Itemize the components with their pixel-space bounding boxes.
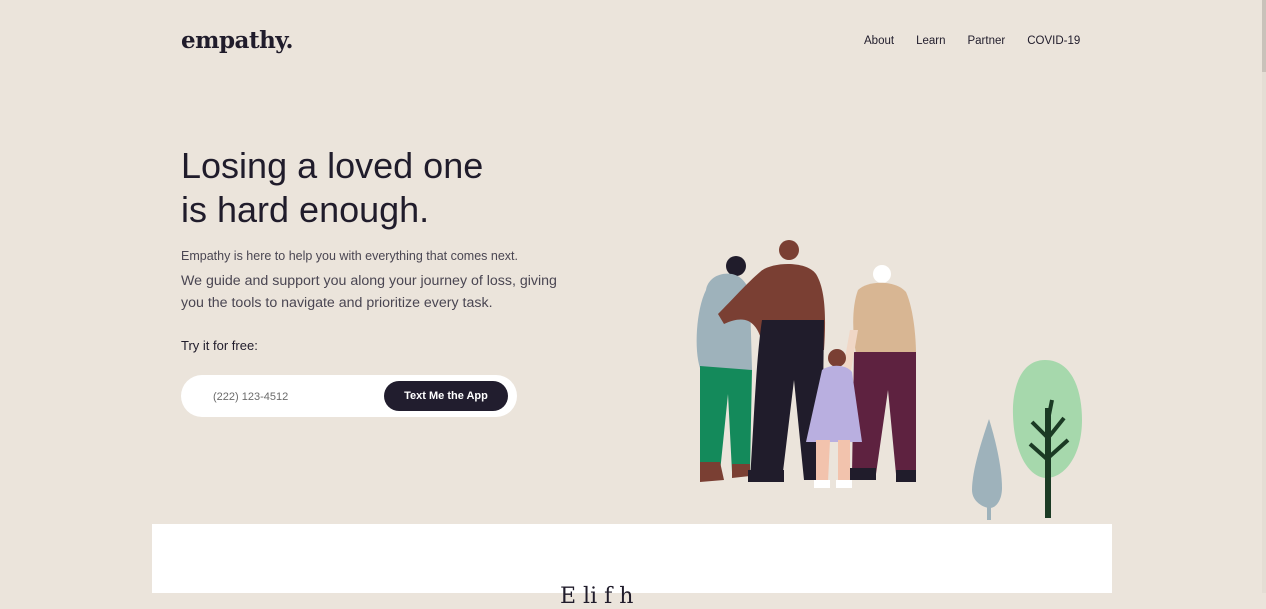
hero-title-line-1: Losing a loved one <box>181 145 484 186</box>
main-nav: About Learn Partner COVID-19 <box>864 35 1080 47</box>
next-section-heading: E li f h <box>560 584 634 609</box>
hero-description: We guide and support you along your jour… <box>181 273 557 311</box>
phone-signup-form: Text Me the App <box>181 375 517 417</box>
nav-about[interactable]: About <box>864 35 894 47</box>
hero-subtitle: Empathy is here to help you with everyth… <box>181 249 518 263</box>
moon-icon <box>950 200 989 249</box>
scrollbar-thumb[interactable] <box>1262 0 1266 72</box>
try-free-label: Try it for free: <box>181 338 258 353</box>
family-illustration <box>696 200 1082 520</box>
text-me-app-button[interactable]: Text Me the App <box>384 381 508 411</box>
tree-icon <box>1012 360 1082 518</box>
nav-covid-19[interactable]: COVID-19 <box>1027 35 1080 47</box>
nav-learn[interactable]: Learn <box>916 35 945 47</box>
logo[interactable]: empathy. <box>181 27 294 54</box>
hero-title: Losing a loved one is hard enough. <box>181 144 601 232</box>
nav-partner[interactable]: Partner <box>967 35 1005 47</box>
hero-title-line-2: is hard enough. <box>181 189 430 230</box>
phone-input[interactable] <box>211 386 375 408</box>
next-section: E li f h <box>152 524 1112 609</box>
scrollbar[interactable] <box>1262 0 1266 593</box>
tree-icon <box>972 419 1002 520</box>
